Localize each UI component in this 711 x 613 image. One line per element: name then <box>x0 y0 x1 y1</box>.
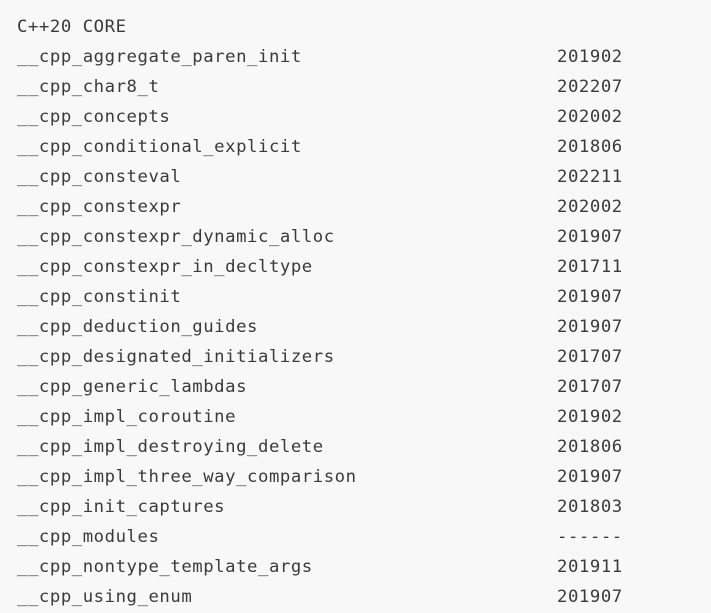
macro-value: 201902 <box>557 47 623 67</box>
feature-macro-list: C++20 CORE __cpp_aggregate_paren_init 201… <box>0 0 711 613</box>
macro-name: __cpp_aggregate_paren_init <box>17 47 302 67</box>
macro-value: 201907 <box>557 227 623 247</box>
macro-name: __cpp_designated_initializers <box>17 347 335 367</box>
macro-value: 202207 <box>557 77 623 97</box>
macro-row: __cpp_generic_lambdas 201707 <box>17 375 711 405</box>
macro-name: __cpp_using_enum <box>17 587 193 607</box>
macro-row: __cpp_conditional_explicit 201806 <box>17 135 711 165</box>
macro-row: __cpp_concepts 202002 <box>17 105 711 135</box>
macro-row: __cpp_constinit 201907 <box>17 285 711 315</box>
macro-name: __cpp_consteval <box>17 167 182 187</box>
macro-name: __cpp_concepts <box>17 107 171 127</box>
macro-value: 202002 <box>557 107 623 127</box>
macro-name: __cpp_constexpr_dynamic_alloc <box>17 227 335 247</box>
macro-row: __cpp_char8_t 202207 <box>17 75 711 105</box>
macro-value: 201806 <box>557 437 623 457</box>
macro-value: 202211 <box>557 167 623 187</box>
macro-row: __cpp_constexpr 202002 <box>17 195 711 225</box>
macro-row: __cpp_deduction_guides 201907 <box>17 315 711 345</box>
macro-name: __cpp_generic_lambdas <box>17 377 248 397</box>
macro-value: 201806 <box>557 137 623 157</box>
macro-row: __cpp_constexpr_in_decltype 201711 <box>17 255 711 285</box>
macro-value: 201707 <box>557 377 623 397</box>
macro-value: 201711 <box>557 257 623 277</box>
macro-name: __cpp_constexpr_in_decltype <box>17 257 313 277</box>
macro-name: __cpp_impl_destroying_delete <box>17 437 324 457</box>
macro-row: __cpp_using_enum 201907 <box>17 585 711 613</box>
macro-name: __cpp_impl_three_way_comparison <box>17 467 357 487</box>
macro-row: __cpp_modules ------ <box>17 525 711 555</box>
macro-row: __cpp_aggregate_paren_init 201902 <box>17 45 711 75</box>
macro-value: 201911 <box>557 557 623 577</box>
macro-row: __cpp_init_captures 201803 <box>17 495 711 525</box>
macro-row: __cpp_constexpr_dynamic_alloc 201907 <box>17 225 711 255</box>
macro-row: __cpp_impl_coroutine 201902 <box>17 405 711 435</box>
macro-name: __cpp_constexpr <box>17 197 182 217</box>
macro-row: __cpp_impl_three_way_comparison 201907 <box>17 465 711 495</box>
macro-value: 201907 <box>557 467 623 487</box>
macro-value: 201907 <box>557 587 623 607</box>
macro-value: 201907 <box>557 287 623 307</box>
macro-value: 201707 <box>557 347 623 367</box>
macro-value: 201902 <box>557 407 623 427</box>
macro-name: __cpp_conditional_explicit <box>17 137 302 157</box>
macro-name: __cpp_deduction_guides <box>17 317 258 337</box>
macro-value: ------ <box>557 527 623 547</box>
macro-row: __cpp_designated_initializers 201707 <box>17 345 711 375</box>
macro-value: 201803 <box>557 497 623 517</box>
macro-name: __cpp_constinit <box>17 287 182 307</box>
macro-name: __cpp_nontype_template_args <box>17 557 313 577</box>
macro-value: 202002 <box>557 197 623 217</box>
section-header-text: C++20 CORE <box>17 17 127 37</box>
macro-name: __cpp_init_captures <box>17 497 226 517</box>
macro-value: 201907 <box>557 317 623 337</box>
macro-row: __cpp_consteval 202211 <box>17 165 711 195</box>
macro-row: __cpp_impl_destroying_delete 201806 <box>17 435 711 465</box>
macro-name: __cpp_modules <box>17 527 160 547</box>
section-header: C++20 CORE <box>17 15 711 45</box>
macro-name: __cpp_char8_t <box>17 77 160 97</box>
macro-row: __cpp_nontype_template_args 201911 <box>17 555 711 585</box>
macro-name: __cpp_impl_coroutine <box>17 407 237 427</box>
